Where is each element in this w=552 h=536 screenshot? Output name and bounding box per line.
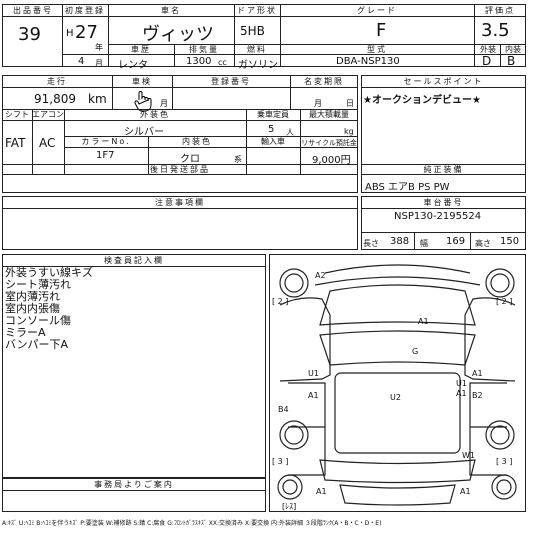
damage-mark: B2 [472,391,483,400]
exterior-score: D [482,54,492,68]
lot-label: 出品番号 [13,6,53,15]
capacity-label: 乗車定員 [257,110,289,119]
name-label: 車名 [161,6,181,15]
int-color: クロ [180,154,200,165]
car-name: ヴィッツ [142,24,214,45]
damage-mark: A1 [316,487,327,496]
history: レンタ [118,60,148,71]
height: 150 [500,236,520,247]
int-color-label: 内装色 [182,137,212,146]
change-label: 名変期限 [304,77,344,86]
damage-mark: A1 [472,369,483,378]
model: DBA-NSP130 [336,56,400,67]
length: 388 [390,236,410,247]
length-label: 長さ [363,239,379,248]
first-reg-year: 27 [75,22,98,43]
displacement: 1300 [186,56,212,67]
load-unit: kg [344,127,354,136]
load-label: 最大積載量 [309,110,349,119]
height-label: 高さ [475,239,491,248]
inspector-notes: 外装うすい線キズ シート薄汚れ 室内薄汚れ 室内内張傷 コンソール傷 ミラーA … [5,267,255,351]
spare-label: [ﾚｽ] [282,502,297,511]
inspection-month-unit: 月 [160,99,168,108]
damage-mark: W1 [462,451,475,460]
mileage-label: 走行 [47,77,67,86]
car-outline-diagram [277,264,517,506]
fuel: ガソリン [238,60,278,71]
damage-mark: A1 [456,389,467,398]
mileage-unit: km [88,92,107,106]
bracket-right-bottom: [ 3 ] [496,457,513,466]
damage-diagram: [ 2 ] [ 2 ] [ 3 ] [ 3 ] [ﾚｽ] A2 A1 G U1 … [269,254,526,512]
grade-label: グレード [357,6,397,15]
damage-mark: A1 [460,487,471,496]
width: 169 [446,236,466,247]
damage-mark: A1 [418,317,429,326]
damage-mark: A2 [315,271,326,280]
interior-score: B [507,54,516,68]
change-month: 月 [314,99,322,108]
color-no: 1F7 [96,150,115,161]
bracket-left-bottom: [ 3 ] [272,457,289,466]
shift-label: シフト [5,110,29,119]
history-label: 車歴 [131,45,151,54]
damage-mark: B4 [278,405,289,414]
office-label: 事務局よりご案内 [94,480,174,489]
chassis-number: NSP130-2195524 [394,211,482,222]
inspector-label: 検査員記入欄 [104,256,164,265]
change-day: 日 [346,99,354,108]
year-unit: 年 [95,43,103,52]
damage-mark: U1 [456,379,467,388]
inspection-label: 車検 [132,77,152,86]
model-label: 型式 [367,45,387,54]
chassis-label: 車台番号 [423,198,464,207]
capacity: 5 [268,124,275,135]
sales-point: ★オークションデビュー★ [363,95,481,106]
ac-label: エアコン [32,110,64,119]
caution-label: 注意事項欄 [155,198,205,207]
fuel-label: 燃料 [247,45,267,54]
legend: A:ｷｽﾞ U:ﾍｺﾐ B:ﾍｺﾐを伴うｷｽﾞ P:要塗装 W:補修跡 S:錆 … [2,520,382,527]
grade: F [376,20,387,41]
score: 3.5 [481,20,510,41]
lot-number: 39 [18,24,41,45]
damage-mark: U2 [390,393,401,402]
score-label: 評価点 [485,6,515,15]
month-unit: 月 [95,59,103,68]
sales-point-label: セールスポイント [403,77,484,86]
width-label: 幅 [420,239,428,248]
inspector-note: バンパー下A [5,338,69,351]
import-label: 輸入車 [261,137,285,146]
door-type: 5HB [240,24,265,38]
displacement-unit: cc [218,58,227,67]
first-reg-month: 4 [78,56,85,67]
door-label: ドア形状 [237,6,277,15]
shift: FAT [5,136,26,150]
color-label: 外装色 [140,110,170,119]
equipment: ABS エアB PS PW [365,182,450,193]
reg-no-label: 登録番号 [211,77,251,86]
damage-mark: A1 [308,391,319,400]
first-reg-label: 初度登録 [65,6,105,15]
bracket-left-top: [ 2 ] [272,297,289,306]
ac: AC [39,136,56,150]
bracket-right-top: [ 2 ] [496,297,513,306]
damage-mark: G [412,347,419,356]
damage-mark: U1 [308,369,319,378]
mileage: 91,809 [34,92,76,106]
era: H [66,28,74,39]
displacement-label: 排気量 [189,45,219,54]
color-no-label: カラーNo. [81,137,131,146]
